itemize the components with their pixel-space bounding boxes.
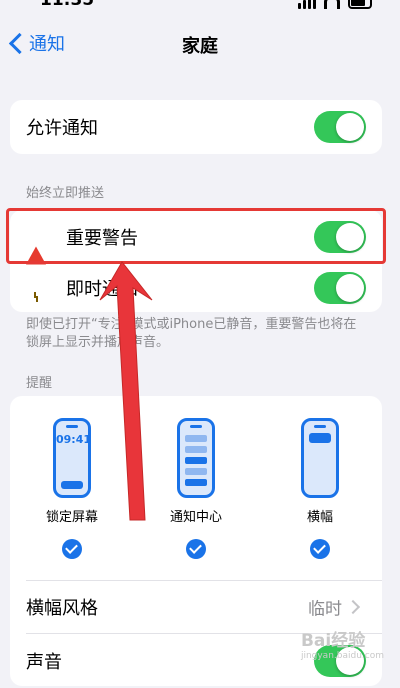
nav-bar: 通知 家庭 — [0, 28, 400, 62]
status-time: 11:35 — [40, 0, 95, 10]
divider — [26, 580, 382, 581]
allow-notifications-row: 允许通知 — [10, 100, 382, 154]
time-sensitive-row: 即时通知 — [10, 264, 382, 312]
watermark-main: Bai经验 — [300, 631, 366, 651]
always-deliver-header: 始终立即推送 — [26, 186, 105, 201]
critical-alerts-label: 重要警告 — [66, 228, 138, 249]
banner-style-label: 横幅风格 — [26, 598, 98, 619]
page-title: 家庭 — [182, 36, 218, 57]
allow-notifications-toggle[interactable] — [314, 111, 366, 143]
lock-screen-label: 锁定屏幕 — [45, 510, 98, 525]
time-sensitive-toggle[interactable] — [314, 272, 366, 304]
critical-alerts-toggle[interactable] — [314, 221, 366, 253]
alert-style-notification-center[interactable]: 通知中心 — [134, 418, 258, 559]
lock-screen-phone-icon: 09:41 — [53, 418, 91, 498]
signal-icon — [298, 0, 316, 9]
critical-alerts-footnote: 即使已打开“专注”模式或iPhone已静音，重要警告也将在锁屏上显示并播放声音。 — [26, 317, 357, 350]
lock-screen-checkmark-icon — [62, 539, 82, 559]
warning-triangle-icon — [26, 227, 46, 265]
phone-time: 09:41 — [56, 433, 92, 446]
banners-checkmark-icon — [310, 539, 330, 559]
alert-style-banners[interactable]: 横幅 — [258, 418, 382, 559]
allow-notifications-card: 允许通知 — [10, 100, 382, 154]
alerts-header: 提醒 — [26, 376, 53, 391]
allow-notifications-label: 允许通知 — [26, 118, 98, 139]
watermark-sub: jingyan.baidu.com — [300, 651, 384, 661]
banners-phone-icon — [301, 418, 339, 498]
status-icons — [298, 0, 372, 9]
notification-center-checkmark-icon — [186, 539, 206, 559]
notification-center-phone-icon — [177, 418, 215, 498]
critical-alerts-row: 重要警告 — [10, 210, 382, 265]
notification-center-label: 通知中心 — [169, 510, 222, 525]
chevron-right-icon — [345, 599, 361, 615]
alert-style-lock-screen[interactable]: 09:41 锁定屏幕 — [10, 418, 134, 559]
status-bar: 11:35 — [0, 0, 400, 14]
always-deliver-card: 重要警告 即时通知 — [10, 210, 382, 312]
battery-icon — [348, 0, 372, 9]
sound-label: 声音 — [26, 652, 62, 673]
watermark: Bai经验 jingyan.baidu.com — [301, 626, 384, 661]
banners-label: 横幅 — [306, 510, 333, 525]
banner-style-value: 临时 — [308, 599, 342, 620]
time-sensitive-label: 即时通知 — [66, 279, 138, 300]
wifi-icon — [324, 0, 340, 9]
